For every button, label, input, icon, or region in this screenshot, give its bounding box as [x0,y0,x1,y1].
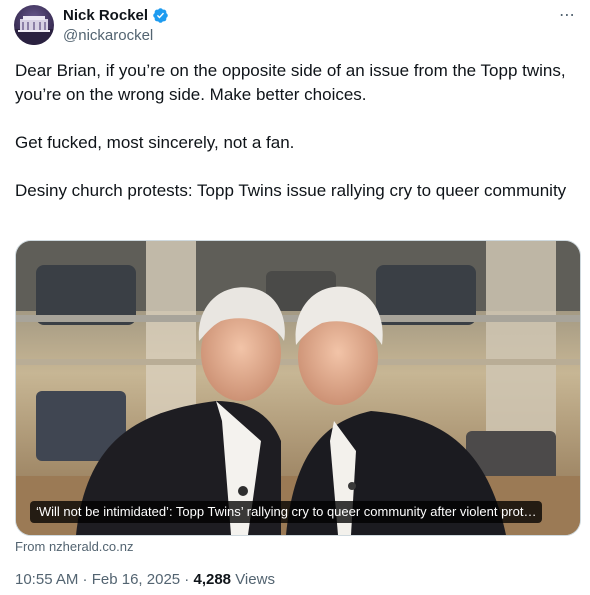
tweet-meta: 10:55 AM · Feb 16, 2025 · 4,288 Views [15,571,275,588]
tweet-paragraph: Desiny church protests: Topp Twins issue… [15,181,567,200]
link-preview-caption: ‘Will not be intimidated’: Topp Twins’ r… [30,501,543,523]
link-preview-image [16,241,580,535]
avatar[interactable] [14,5,54,45]
tweet-time[interactable]: 10:55 AM [15,571,78,588]
author-name[interactable]: Nick Rockel [63,7,148,24]
verified-badge-icon [153,8,168,23]
link-preview-card[interactable]: ‘Will not be intimidated’: Topp Twins’ r… [15,240,581,536]
tweet-paragraph: Dear Brian, if you’re on the opposite si… [15,61,566,104]
tweet-paragraph: Get fucked, most sincerely, not a fan. [15,133,295,152]
avatar-building-image [14,16,54,45]
author-handle[interactable]: @nickarockel [63,27,153,44]
meta-separator: · [180,571,194,588]
more-options-icon[interactable]: ⋯ [559,5,576,25]
views-count: 4,288 [193,571,232,588]
views-label: Views [231,571,275,588]
meta-separator: · [78,571,92,588]
link-source[interactable]: From nzherald.co.nz [15,539,134,554]
tweet-date[interactable]: Feb 16, 2025 [92,571,180,588]
